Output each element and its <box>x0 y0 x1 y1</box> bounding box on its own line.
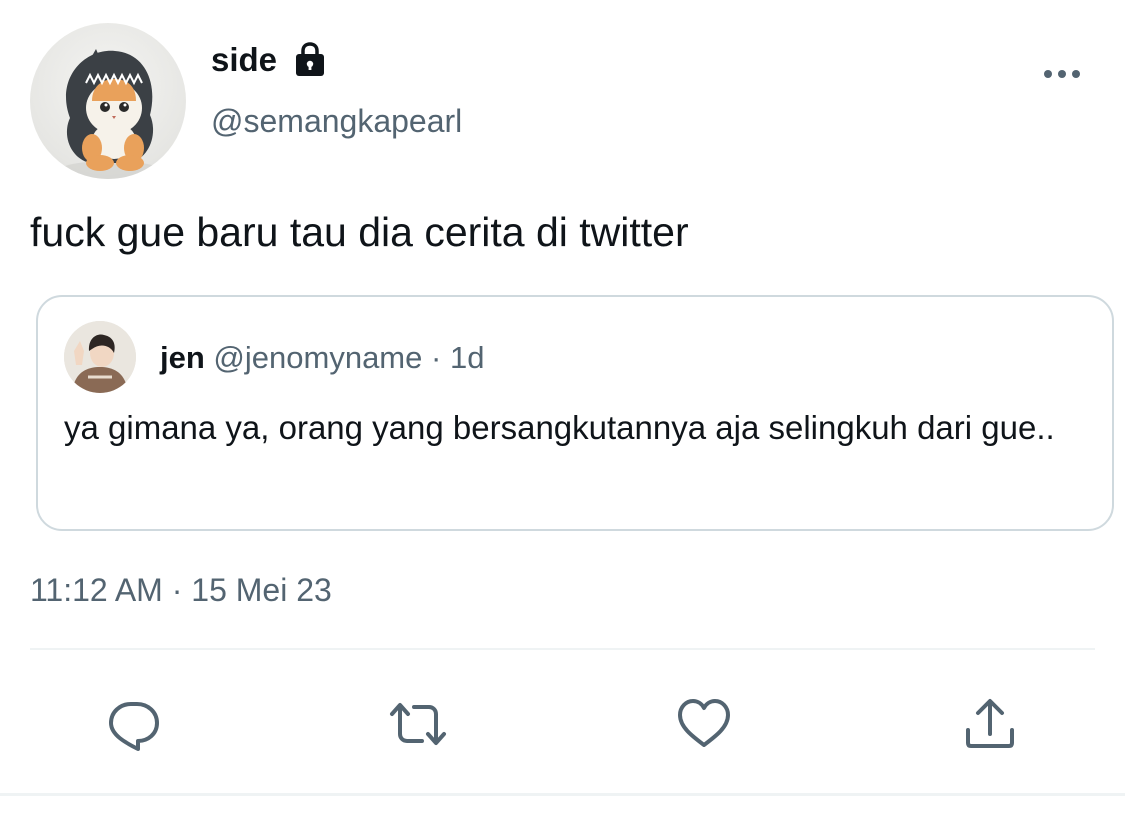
tweet-timestamp[interactable]: 11:12 AM · 15 Mei 23 <box>30 570 332 610</box>
heart-icon <box>678 699 730 747</box>
author-display-name[interactable]: side <box>211 40 277 80</box>
retweet-icon <box>390 703 446 745</box>
quoted-tweet-header: jen @jenomyname · 1d <box>160 339 484 377</box>
share-icon <box>966 699 1014 748</box>
person-avatar-icon <box>64 321 136 393</box>
plush-cat-shark-avatar-icon <box>58 49 162 179</box>
share-button[interactable] <box>960 694 1020 754</box>
author-display-name-row[interactable]: side <box>211 40 327 80</box>
quoted-author-handle[interactable]: @jenomyname <box>213 340 422 375</box>
more-options-icon[interactable] <box>1040 62 1084 86</box>
quoted-tweet-text: ya gimana ya, orang yang bersangkutannya… <box>64 409 1055 446</box>
quoted-tweet-card[interactable]: jen @jenomyname · 1d ya gimana ya, orang… <box>36 295 1114 531</box>
quoted-header-separator: · <box>431 340 442 375</box>
quoted-author-name[interactable]: jen <box>160 340 205 375</box>
retweet-button[interactable] <box>388 694 448 754</box>
author-avatar[interactable] <box>30 23 186 179</box>
bottom-divider <box>0 793 1125 796</box>
divider <box>30 648 1095 650</box>
like-button[interactable] <box>674 694 734 754</box>
tweet-text: fuck gue baru tau dia cerita di twitter <box>30 209 689 255</box>
reply-button[interactable] <box>104 694 164 754</box>
quoted-tweet-time[interactable]: 1d <box>450 340 484 375</box>
reply-icon <box>109 702 159 751</box>
lock-icon <box>293 42 327 78</box>
quoted-author-avatar[interactable] <box>64 321 136 393</box>
author-handle[interactable]: @semangkapearl <box>211 102 462 140</box>
